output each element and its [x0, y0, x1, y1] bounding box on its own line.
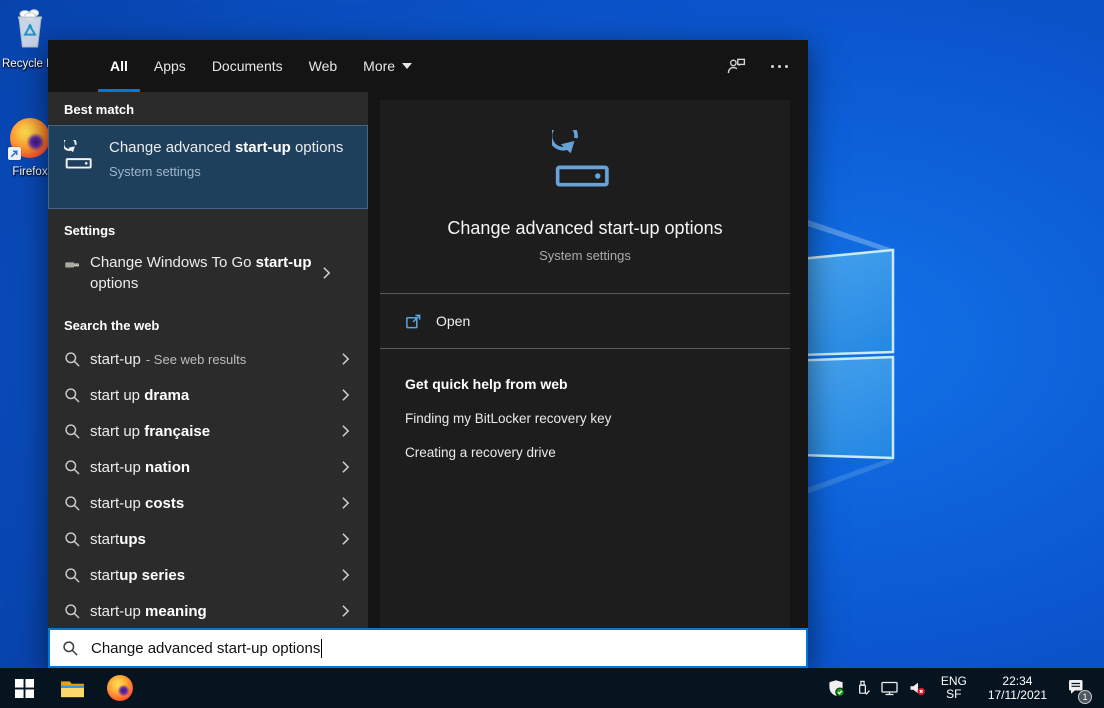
settings-item[interactable]: Change Windows To Go start-up options	[48, 246, 368, 304]
chevron-right-icon	[341, 460, 350, 474]
network-icon[interactable]	[880, 679, 899, 697]
divider	[380, 348, 790, 349]
open-button[interactable]: Open	[380, 294, 790, 348]
firefox-icon	[10, 118, 50, 158]
search-input-value: Change advanced start-up options	[91, 640, 320, 657]
desktop-screen: Recycle Bin Firefox All Apps Documents W…	[0, 0, 1104, 708]
chevron-right-icon	[322, 266, 331, 280]
search-icon	[64, 387, 81, 404]
taskbar-firefox[interactable]	[96, 668, 144, 708]
usb-tray-icon[interactable]	[854, 679, 871, 697]
notification-badge: 1	[1078, 690, 1092, 704]
web-search-item[interactable]: start up drama	[48, 377, 368, 413]
web-search-item-text: startup series	[90, 567, 341, 584]
volume-muted-icon[interactable]	[908, 679, 926, 697]
preview-column: Change advanced start-up options System …	[368, 92, 808, 628]
taskbar: ENG SF 22:34 17/11/2021 1	[0, 668, 1104, 708]
chevron-right-icon	[341, 352, 350, 366]
help-link-recovery-drive[interactable]: Creating a recovery drive	[380, 445, 790, 460]
taskbar-file-explorer[interactable]	[48, 668, 96, 708]
recycle-bin-icon	[9, 6, 51, 50]
results-column: Best match Change advanced start-up opti…	[48, 92, 368, 628]
search-icon	[64, 495, 81, 512]
start-button[interactable]	[0, 668, 48, 708]
search-icon	[64, 567, 81, 584]
web-search-item-text: start-up meaning	[90, 603, 341, 620]
web-search-item[interactable]: startups	[48, 521, 368, 557]
search-flyout: All Apps Documents Web More	[48, 40, 808, 668]
search-icon	[64, 459, 81, 476]
search-icon	[62, 640, 79, 657]
action-center-button[interactable]: 1	[1062, 677, 1094, 700]
settings-header: Settings	[64, 223, 368, 238]
security-shield-icon[interactable]	[827, 679, 845, 697]
best-match-subtitle: System settings	[109, 164, 343, 179]
best-match-item[interactable]: Change advanced start-up options System …	[48, 125, 368, 209]
more-options-button[interactable]	[759, 40, 808, 92]
web-search-item[interactable]: start-up meaning	[48, 593, 368, 629]
web-search-item-text: start up française	[90, 423, 341, 440]
windows-logo-icon	[15, 679, 34, 698]
recovery-icon	[64, 140, 96, 172]
preview-pane: Change advanced start-up options System …	[380, 100, 790, 628]
chevron-right-icon	[341, 604, 350, 618]
web-results-list: start-up- See web results start up drama…	[48, 341, 368, 629]
tab-web[interactable]: Web	[296, 40, 351, 92]
web-search-item[interactable]: start up française	[48, 413, 368, 449]
shortcut-arrow-icon	[8, 147, 21, 160]
tab-all[interactable]: All	[97, 40, 141, 92]
web-search-item[interactable]: start-up costs	[48, 485, 368, 521]
chevron-right-icon	[341, 532, 350, 546]
system-tray: ENG SF 22:34 17/11/2021 1	[827, 674, 1104, 702]
web-search-item[interactable]: start-up- See web results	[48, 341, 368, 377]
search-web-header: Search the web	[64, 318, 368, 333]
file-explorer-icon	[60, 678, 85, 699]
chevron-down-icon	[402, 63, 412, 69]
chevron-right-icon	[341, 496, 350, 510]
feedback-button[interactable]	[714, 40, 759, 92]
recovery-icon-large	[552, 130, 618, 192]
help-header: Get quick help from web	[380, 376, 790, 392]
web-search-item-text: startups	[90, 531, 341, 548]
web-search-item-text: start-up- See web results	[90, 351, 341, 368]
preview-subtitle: System settings	[539, 248, 631, 263]
chevron-right-icon	[341, 568, 350, 582]
web-search-item-text: start up drama	[90, 387, 341, 404]
best-match-header: Best match	[64, 102, 368, 117]
search-icon	[64, 603, 81, 620]
language-indicator[interactable]: ENG SF	[935, 675, 973, 701]
chevron-right-icon	[341, 424, 350, 438]
settings-item-title: Change Windows To Go start-up options	[90, 252, 322, 294]
chevron-right-icon	[341, 388, 350, 402]
feedback-icon	[726, 56, 747, 77]
search-input[interactable]: Change advanced start-up options	[48, 628, 808, 668]
clock-time: 22:34	[988, 674, 1047, 688]
search-icon	[64, 423, 81, 440]
search-tabbar: All Apps Documents Web More	[48, 40, 808, 92]
usb-drive-icon	[64, 256, 81, 273]
best-match-title: Change advanced start-up options	[109, 137, 343, 158]
help-link-bitlocker[interactable]: Finding my BitLocker recovery key	[380, 411, 790, 426]
clock-date: 17/11/2021	[988, 688, 1047, 702]
ellipsis-icon	[771, 65, 788, 68]
tab-more[interactable]: More	[350, 40, 425, 92]
search-icon	[64, 351, 81, 368]
web-search-item-text: start-up nation	[90, 459, 341, 476]
open-icon	[405, 313, 422, 330]
search-icon	[64, 531, 81, 548]
clock[interactable]: 22:34 17/11/2021	[982, 674, 1053, 702]
web-search-item-text: start-up costs	[90, 495, 341, 512]
web-search-item[interactable]: startup series	[48, 557, 368, 593]
tab-documents[interactable]: Documents	[199, 40, 296, 92]
tab-apps[interactable]: Apps	[141, 40, 199, 92]
text-caret	[321, 639, 322, 658]
firefox-icon	[107, 675, 133, 701]
web-search-item[interactable]: start-up nation	[48, 449, 368, 485]
preview-title: Change advanced start-up options	[447, 218, 722, 239]
